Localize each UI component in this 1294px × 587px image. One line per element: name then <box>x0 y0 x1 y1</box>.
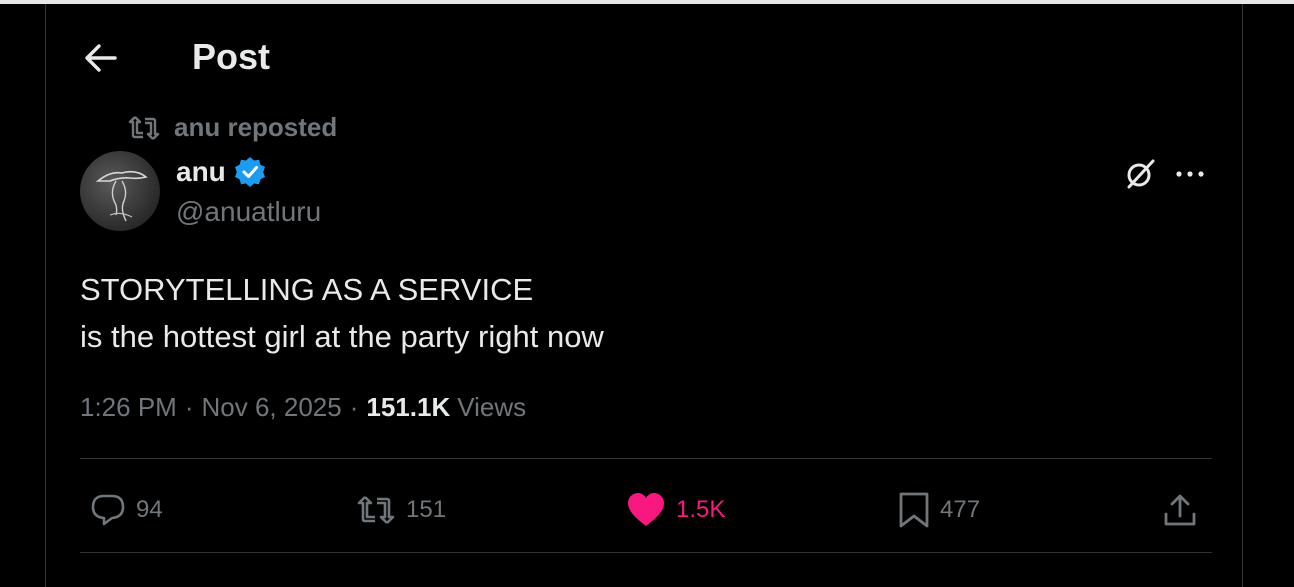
like-button[interactable]: 1.5K <box>626 488 725 532</box>
bookmark-count: 477 <box>940 496 981 523</box>
back-button[interactable] <box>76 34 124 82</box>
views-label: Views <box>457 392 527 422</box>
display-name: anu <box>176 156 226 187</box>
repost-indicator[interactable]: anu reposted <box>128 112 337 143</box>
repost-label: anu reposted <box>174 112 338 142</box>
verified-badge-icon <box>234 157 265 187</box>
reply-icon <box>91 494 125 526</box>
avatar-sketch-icon <box>95 170 148 222</box>
post-text-line: STORYTELLING AS A SERVICE <box>80 272 534 307</box>
arrow-left-icon <box>85 44 117 72</box>
repost-button[interactable]: 151 <box>356 488 446 532</box>
divider-top <box>80 458 1212 459</box>
page-header: Post <box>46 4 1242 108</box>
bookmark-icon <box>899 492 929 528</box>
post-meta: 1:26 PM · Nov 6, 2025 · 151.1K Views <box>80 392 526 423</box>
like-count: 1.5K <box>676 496 726 523</box>
avatar[interactable] <box>80 151 160 231</box>
repost-icon <box>128 115 160 140</box>
share-icon <box>1164 494 1196 526</box>
share-button[interactable] <box>1162 488 1198 532</box>
repost-count: 151 <box>406 496 447 523</box>
repost-icon <box>357 496 395 524</box>
post-text-line: is the hottest girl at the party right n… <box>80 319 604 354</box>
post-text: STORYTELLING AS A SERVICE is the hottest… <box>80 266 604 360</box>
post-time[interactable]: 1:26 PM <box>80 392 177 423</box>
reply-button[interactable]: 94 <box>90 488 163 532</box>
author-handle[interactable]: @anuatluru <box>176 196 321 228</box>
views-count: 151.1K <box>366 392 451 422</box>
grok-button[interactable] <box>1120 154 1160 194</box>
grok-icon <box>1127 159 1155 189</box>
reply-count: 94 <box>136 496 163 523</box>
meta-separator: · <box>184 392 194 422</box>
bookmark-button[interactable]: 477 <box>898 488 980 532</box>
author-name[interactable]: anu <box>176 156 266 188</box>
more-options-button[interactable] <box>1170 154 1210 194</box>
more-horizontal-icon <box>1176 171 1204 177</box>
post-column: Post anu reposted anu @anuatluru STORYTE… <box>45 4 1243 587</box>
page-title: Post <box>192 36 271 77</box>
post-date[interactable]: Nov 6, 2025 <box>202 392 342 423</box>
divider-bottom <box>80 552 1212 553</box>
meta-separator: · <box>349 392 359 422</box>
heart-filled-icon <box>628 493 664 526</box>
